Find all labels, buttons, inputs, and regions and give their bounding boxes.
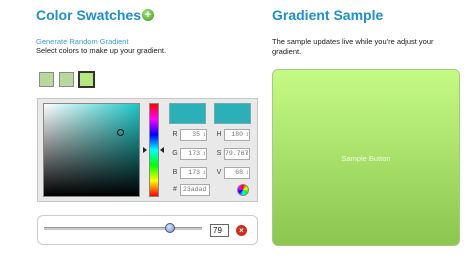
gradient-sample-title: Gradient Sample bbox=[272, 7, 384, 23]
position-value-input[interactable]: 79 bbox=[210, 224, 229, 237]
current-color-preview bbox=[169, 103, 206, 124]
color-swatches-title: Color Swatches bbox=[36, 7, 142, 23]
h-field[interactable]: 180 bbox=[224, 129, 250, 141]
g-field[interactable]: 173 bbox=[180, 148, 207, 160]
h-label: H bbox=[216, 131, 222, 138]
s-field[interactable]: 79.767 bbox=[224, 148, 250, 160]
swatch-instruction: Select colors to make up your gradient. bbox=[36, 46, 167, 55]
swatch-3-selected[interactable] bbox=[78, 71, 95, 88]
hue-slider[interactable] bbox=[149, 103, 159, 197]
v-label: V bbox=[216, 169, 222, 176]
swatch-2[interactable] bbox=[59, 72, 74, 87]
gradient-description: The sample updates live while you're adj… bbox=[272, 37, 434, 56]
remove-color-icon[interactable]: × bbox=[236, 225, 247, 236]
s-label: S bbox=[216, 150, 222, 157]
generate-random-gradient-link[interactable]: Generate Random Gradient bbox=[36, 37, 129, 46]
v-field[interactable]: 68 bbox=[224, 167, 250, 179]
hue-arrow-left-icon[interactable] bbox=[143, 147, 147, 153]
g-label: G bbox=[172, 150, 178, 157]
add-swatch-icon[interactable]: + bbox=[142, 9, 154, 21]
b-field[interactable]: 173 bbox=[180, 167, 207, 179]
hex-field[interactable]: 23adad bbox=[180, 184, 210, 196]
swatch-1[interactable] bbox=[39, 72, 54, 87]
position-slider-track[interactable] bbox=[44, 227, 202, 230]
position-slider-thumb[interactable] bbox=[165, 223, 175, 233]
sample-button[interactable]: Sample Button bbox=[272, 154, 460, 163]
saturation-value-area[interactable] bbox=[43, 103, 140, 197]
hue-arrow-right-icon[interactable] bbox=[160, 147, 164, 153]
b-label: B bbox=[172, 169, 178, 176]
sv-cursor[interactable] bbox=[117, 129, 124, 136]
previous-color-preview[interactable] bbox=[214, 103, 251, 124]
hex-label: # bbox=[173, 186, 177, 193]
color-wheel-icon[interactable] bbox=[237, 184, 249, 196]
r-label: R bbox=[172, 131, 178, 138]
r-field[interactable]: 35 bbox=[180, 129, 207, 141]
